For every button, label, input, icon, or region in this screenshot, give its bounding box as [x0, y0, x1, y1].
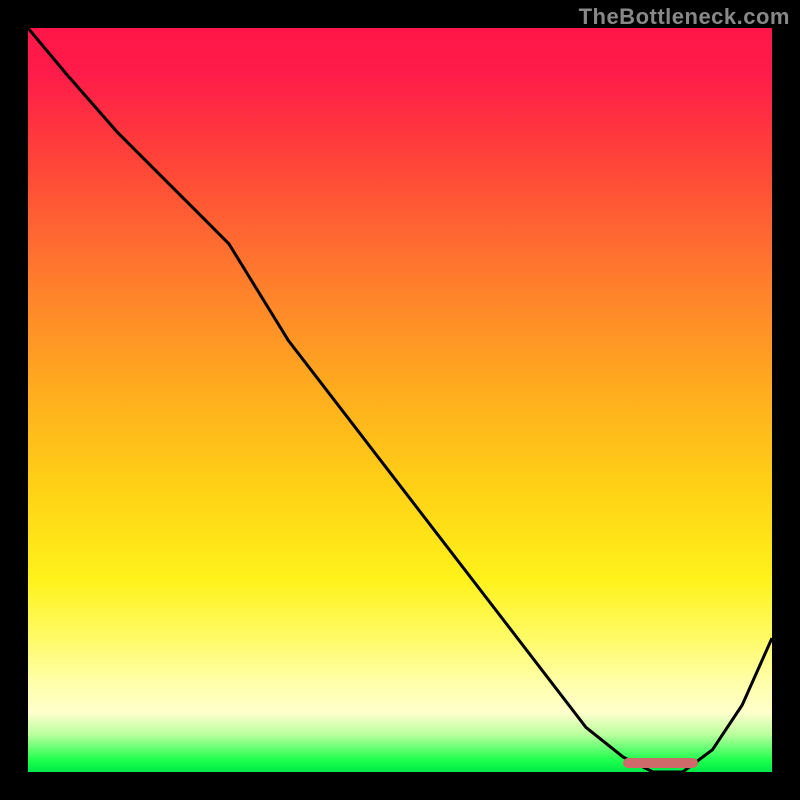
curve-path	[28, 28, 772, 772]
bottleneck-curve	[28, 28, 772, 772]
optimal-range-marker	[623, 758, 697, 768]
watermark-text: TheBottleneck.com	[579, 4, 790, 30]
chart-frame: TheBottleneck.com	[0, 0, 800, 800]
plot-area	[28, 28, 772, 772]
